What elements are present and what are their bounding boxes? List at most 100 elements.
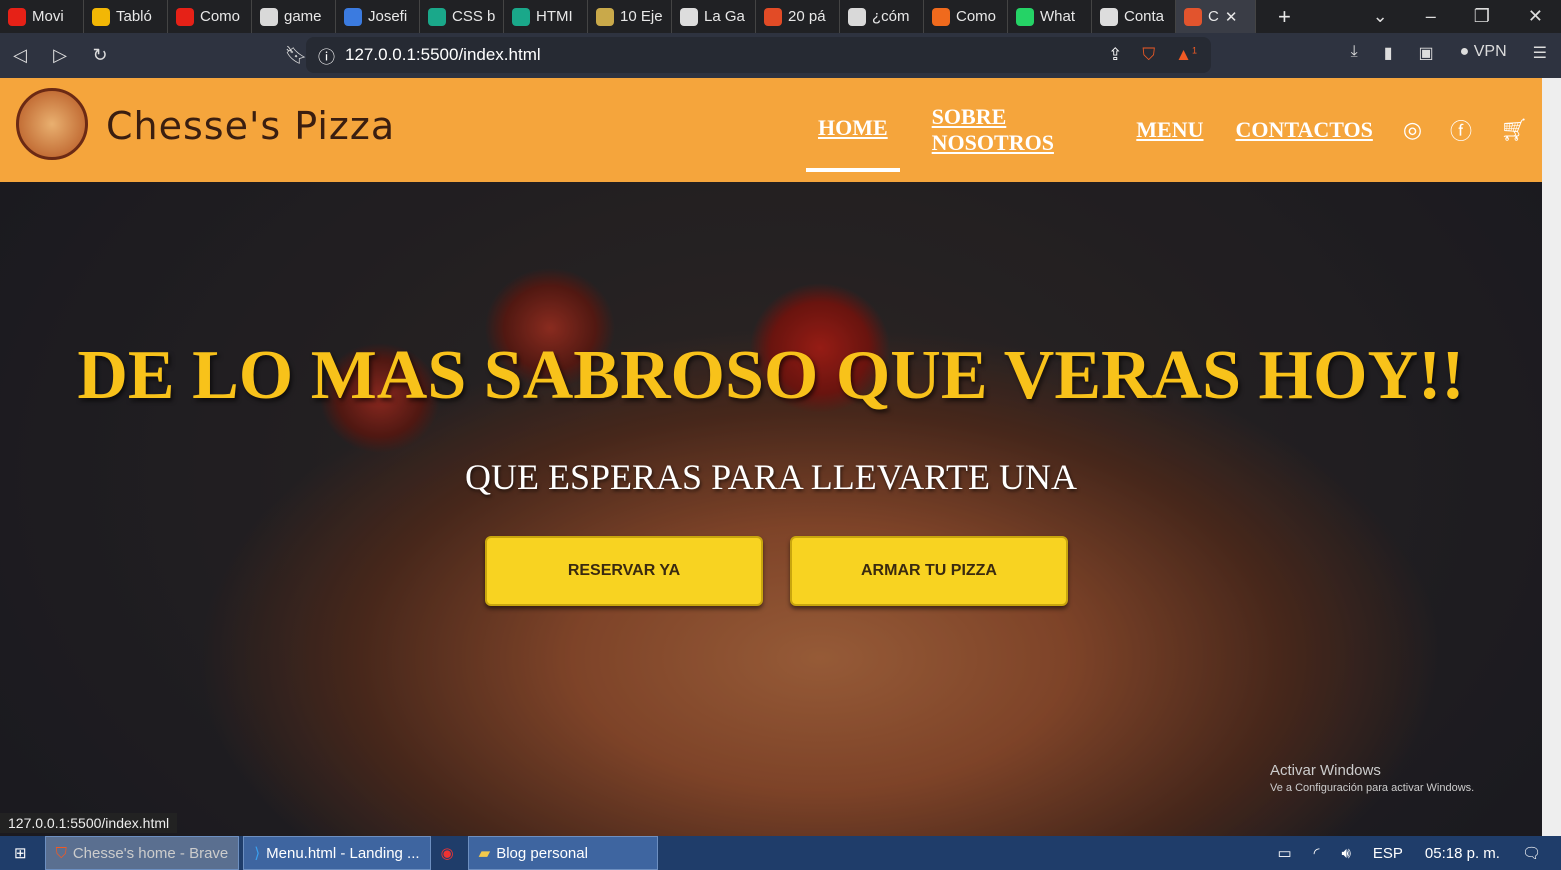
- brand-name[interactable]: Chesse's Pizza: [106, 104, 395, 148]
- system-tray: ▭ ◜ 🔊︎ ESP 05:18 p. m. 🗨︎: [1277, 844, 1561, 863]
- tab-favicon-icon: [92, 7, 110, 26]
- webpage: Chesse's Pizza HOME SOBRE NOSOTROS MENU …: [0, 78, 1542, 836]
- task-view-icon[interactable]: ⊞: [0, 844, 41, 862]
- cart-icon[interactable]: 🛒︎: [1500, 117, 1528, 143]
- tab-favicon-icon: [1184, 7, 1202, 26]
- taskbar-item-folder[interactable]: ▰ Blog personal: [467, 836, 658, 870]
- tab-title: 10 Eje: [620, 8, 663, 25]
- share-icon[interactable]: ⇪: [1108, 45, 1122, 65]
- nav-menu[interactable]: MENU: [1136, 88, 1203, 172]
- new-tab-button[interactable]: +: [1256, 4, 1313, 30]
- hero-subheadline: QUE ESPERAS PARA LLEVARTE UNA: [465, 457, 1077, 497]
- browser-tab[interactable]: 20 pá: [756, 0, 840, 33]
- scrollbar[interactable]: [1542, 78, 1561, 836]
- instagram-icon[interactable]: ◎: [1403, 117, 1422, 143]
- wifi-icon[interactable]: ◜: [1314, 844, 1320, 862]
- forward-icon[interactable]: ▷: [40, 45, 80, 66]
- armar-pizza-button[interactable]: ARMAR TU PIZZA: [790, 536, 1068, 606]
- tab-title: 20 pá: [788, 8, 826, 25]
- facebook-icon[interactable]: ⓕ: [1450, 114, 1472, 146]
- volume-icon[interactable]: 🔊︎: [1341, 845, 1350, 862]
- folder-icon: ▰: [478, 845, 491, 862]
- brave-icon: ⛉: [55, 844, 67, 862]
- nav-sobre-nosotros[interactable]: SOBRE NOSOTROS: [932, 88, 1105, 172]
- browser-tab[interactable]: Como: [168, 0, 252, 33]
- browser-tab[interactable]: 10 Eje: [588, 0, 672, 33]
- browser-tab[interactable]: Como: [924, 0, 1008, 33]
- notifications-icon[interactable]: 🗨︎: [1522, 844, 1541, 862]
- restore-icon[interactable]: ❐: [1474, 6, 1490, 27]
- tab-title: Movi: [32, 8, 64, 25]
- vpn-button[interactable]: ● VPN: [1460, 43, 1507, 63]
- language-indicator[interactable]: ESP: [1373, 845, 1403, 862]
- tab-title: game: [284, 8, 322, 25]
- browser-tab[interactable]: What: [1008, 0, 1092, 33]
- browser-tab[interactable]: La Ga: [672, 0, 756, 33]
- taskbar-label: Chesse's home - Brave: [72, 844, 229, 862]
- battery-icon[interactable]: ▭: [1277, 844, 1291, 862]
- tab-favicon-icon: [1016, 7, 1034, 26]
- rewards-icon[interactable]: ▲1: [1175, 45, 1197, 65]
- tab-favicon-icon: [596, 7, 614, 26]
- sidebar-icon[interactable]: ▮: [1384, 43, 1393, 63]
- taskbar-item-vscode[interactable]: ⟩ Menu.html - Landing ...: [243, 836, 431, 870]
- browser-tab[interactable]: game: [252, 0, 336, 33]
- browser-tab[interactable]: Josefi: [336, 0, 420, 33]
- close-window-icon[interactable]: ✕: [1528, 6, 1543, 27]
- browser-tab[interactable]: Tabló: [84, 0, 168, 33]
- browser-tab[interactable]: HTMI: [504, 0, 588, 33]
- close-tab-icon[interactable]: ✕: [1225, 8, 1238, 26]
- clock[interactable]: 05:18 p. m.: [1425, 845, 1500, 862]
- tab-title: Conta: [1124, 8, 1165, 25]
- site-header: Chesse's Pizza HOME SOBRE NOSOTROS MENU …: [0, 78, 1542, 182]
- taskbar-label: Menu.html - Landing ...: [266, 844, 420, 862]
- minimize-icon[interactable]: –: [1426, 6, 1436, 27]
- window-controls: ⌄ – ❐ ✕: [1373, 6, 1561, 27]
- nav-contactos[interactable]: CONTACTOS: [1236, 88, 1373, 172]
- reservar-button[interactable]: RESERVAR YA: [485, 536, 763, 606]
- download-icon[interactable]: ⤓: [1351, 43, 1358, 63]
- menu-icon[interactable]: ☰: [1533, 43, 1547, 63]
- tab-favicon-icon: [176, 7, 194, 26]
- browser-tab[interactable]: ¿cóm: [840, 0, 924, 33]
- tab-title: HTMI: [536, 8, 573, 25]
- tab-favicon-icon: [1100, 7, 1118, 26]
- tab-favicon-icon: [848, 7, 866, 26]
- tab-title: C: [1208, 8, 1219, 25]
- nav-home[interactable]: HOME: [806, 88, 900, 172]
- activate-windows-watermark: Activar Windows Ve a Configuración para …: [1270, 762, 1474, 794]
- browser-tab[interactable]: CSS b: [420, 0, 504, 33]
- browser-tab[interactable]: Movi: [0, 0, 84, 33]
- browser-tab[interactable]: Conta: [1092, 0, 1176, 33]
- taskbar-label: Blog personal: [496, 844, 588, 862]
- tab-title: Como: [200, 8, 241, 25]
- site-logo[interactable]: [16, 88, 88, 160]
- tab-title: Josefi: [368, 8, 408, 25]
- tab-title: CSS b: [452, 8, 496, 25]
- tab-favicon-icon: [428, 7, 446, 26]
- main-nav: HOME SOBRE NOSOTROS MENU CONTACTOS ◎ ⓕ 🛒…: [806, 78, 1542, 182]
- tab-favicon-icon: [260, 7, 278, 26]
- browser-toolbar: ◁ ▷ ↻ 🔖︎ ⓘ 127.0.0.1:5500/index.html ⇪ ⛉…: [0, 33, 1561, 78]
- tab-search-icon[interactable]: ⌄: [1373, 6, 1388, 27]
- vscode-icon: ⟩: [254, 845, 261, 862]
- tab-title: Tabló: [116, 8, 152, 25]
- watermark-subtitle: Ve a Configuración para activar Windows.: [1270, 782, 1475, 794]
- address-bar[interactable]: ⓘ 127.0.0.1:5500/index.html ⇪ ⛉ ▲1: [306, 37, 1211, 73]
- info-icon[interactable]: ⓘ: [318, 43, 335, 68]
- reload-icon[interactable]: ↻: [80, 45, 120, 66]
- brave-shield-icon[interactable]: ⛉: [1142, 45, 1155, 65]
- devcpp-icon[interactable]: ◉: [431, 844, 464, 862]
- wallet-icon[interactable]: ▣: [1419, 43, 1434, 63]
- watermark-title: Activar Windows: [1270, 762, 1381, 779]
- tab-title: La Ga: [704, 8, 745, 25]
- browser-tab[interactable]: C ✕: [1176, 0, 1256, 33]
- tab-favicon-icon: [764, 7, 782, 26]
- back-icon[interactable]: ◁: [0, 45, 40, 66]
- taskbar-item-brave[interactable]: ⛉ Chesse's home - Brave: [44, 836, 240, 870]
- tab-favicon-icon: [512, 7, 530, 26]
- vpn-label: VPN: [1473, 43, 1507, 60]
- taskbar: ⊞ ⛉ Chesse's home - Brave ⟩ Menu.html - La…: [0, 836, 1561, 870]
- tab-favicon-icon: [680, 7, 698, 26]
- url-text[interactable]: 127.0.0.1:5500/index.html: [345, 45, 541, 65]
